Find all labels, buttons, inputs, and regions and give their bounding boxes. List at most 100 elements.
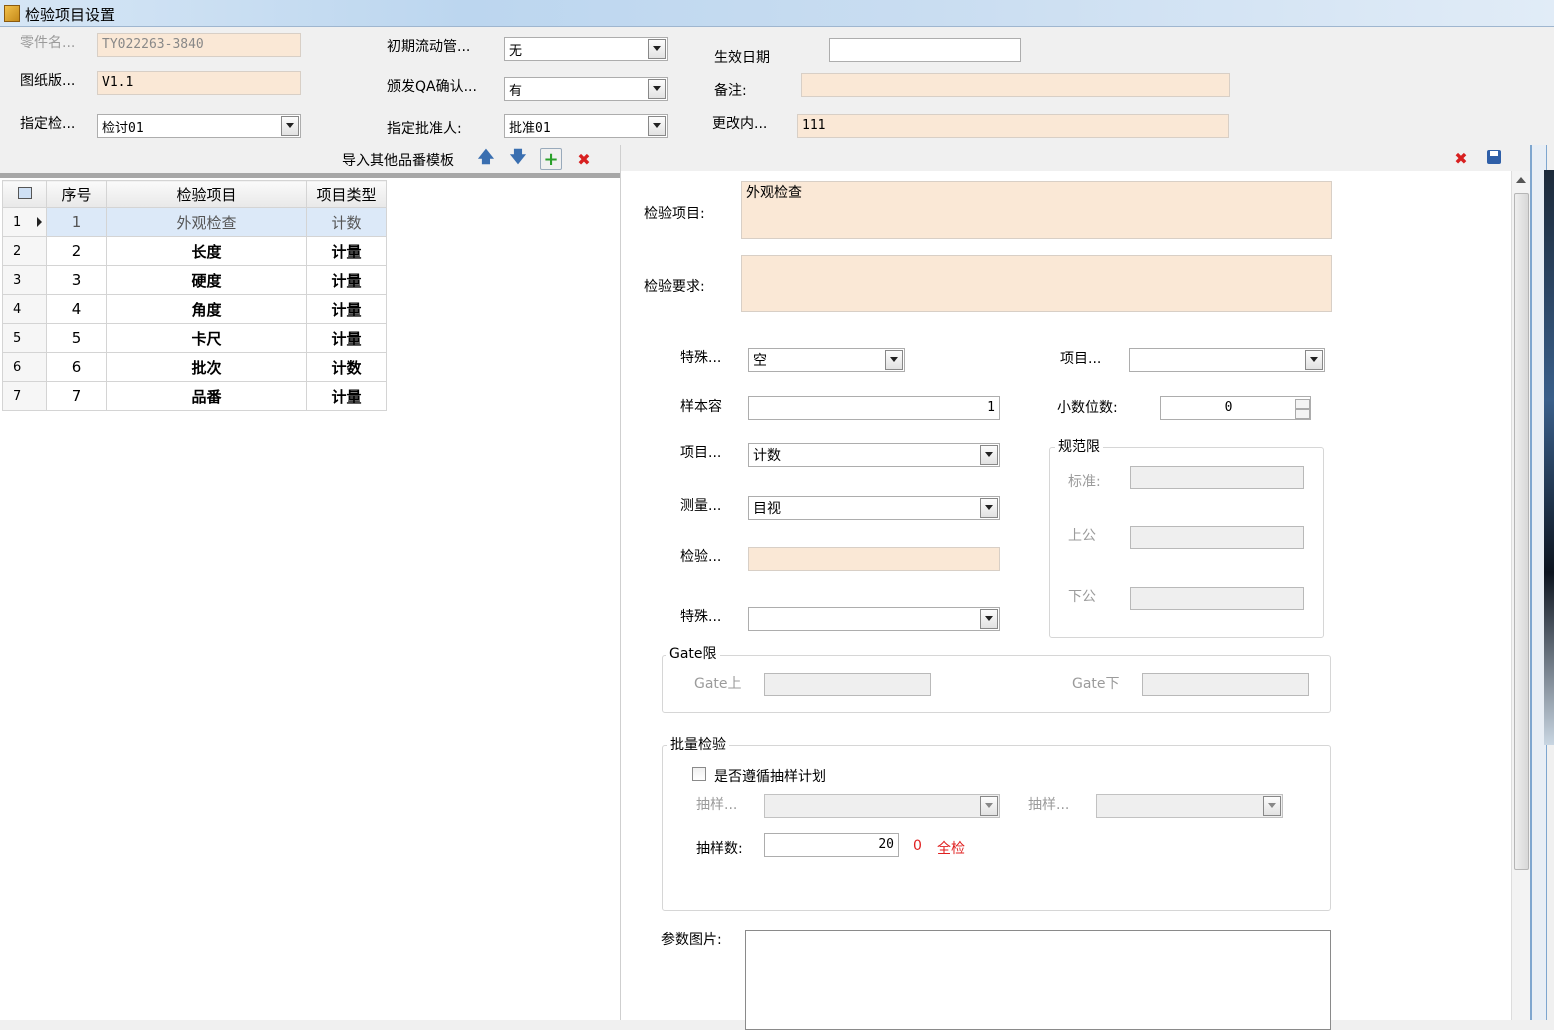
cell-type[interactable]: 计量 [306,265,387,295]
sample-count-label: 抽样数: [696,841,743,857]
inspect-field[interactable] [748,547,1000,571]
cell-seq[interactable]: 7 [46,381,107,411]
column-header-item[interactable]: 检验项目 [106,180,307,208]
part-name-field[interactable]: TY022263-3840 [97,33,301,57]
cell-type[interactable]: 计量 [306,323,387,353]
sample-size-field[interactable]: 1 [748,396,1000,420]
save-icon[interactable] [1487,150,1501,164]
column-header-seq[interactable]: 序号 [46,180,107,208]
remark-field[interactable] [801,73,1230,97]
column-header-type[interactable]: 项目类型 [306,180,387,208]
table-row[interactable]: 5 5 卡尺 计量 [2,323,387,353]
cell-item[interactable]: 品番 [106,381,307,411]
initial-flow-select[interactable]: 无 [504,37,668,61]
app-icon [4,5,20,22]
decimal-places-value: 0 [1224,400,1233,415]
cell-seq[interactable]: 3 [46,265,107,295]
chevron-down-icon[interactable] [980,609,998,629]
table-row[interactable]: 1 1 外观检查 计数 [2,207,387,237]
cell-type[interactable]: 计量 [306,381,387,411]
follow-plan-label: 是否遵循抽样计划 [714,769,826,785]
table-row[interactable]: 4 4 角度 计量 [2,294,387,324]
special2-select[interactable] [748,607,1000,631]
decimal-places-stepper[interactable]: 0 [1160,396,1311,420]
measure-select[interactable]: 目视 [748,496,1000,520]
chevron-down-icon[interactable] [980,498,998,518]
add-icon[interactable]: + [540,148,562,170]
cell-type[interactable]: 计数 [306,207,387,237]
row-header[interactable]: 1 [2,207,47,237]
cell-item[interactable]: 硬度 [106,265,307,295]
param-image-label: 参数图片: [661,932,722,948]
grid-corner[interactable] [2,180,47,208]
gate-upper-field[interactable] [764,673,931,696]
row-header[interactable]: 2 [2,236,47,266]
upper-tol-field[interactable] [1130,526,1304,549]
cell-seq[interactable]: 1 [46,207,107,237]
param-image-box[interactable] [745,930,1331,1030]
row-header[interactable]: 7 [2,381,47,411]
inspection-item-field[interactable]: 外观检查 [741,181,1332,239]
close-icon[interactable]: ✖ [1450,147,1472,169]
cell-item[interactable]: 外观检查 [106,207,307,237]
change-content-field[interactable]: 111 [797,114,1229,138]
scroll-thumb[interactable] [1514,193,1529,870]
sampling1-select[interactable] [764,794,1000,818]
chevron-down-icon[interactable] [980,796,998,816]
sample-count-field[interactable]: 20 [764,833,899,857]
inspection-req-field[interactable] [741,255,1332,312]
column-chooser-icon[interactable] [17,187,32,199]
chevron-down-icon[interactable] [885,350,903,370]
gate-lower-field[interactable] [1142,673,1309,696]
chevron-down-icon[interactable] [1305,350,1323,370]
sampling2-select[interactable] [1096,794,1283,818]
move-down-icon[interactable]: 🡇 [507,147,529,170]
chevron-down-icon[interactable] [281,116,299,136]
table-row[interactable]: 7 7 品番 计量 [2,381,387,411]
cell-item[interactable]: 批次 [106,352,307,382]
approver-select[interactable]: 批准01 [504,114,668,138]
cell-type[interactable]: 计量 [306,294,387,324]
detail-scrollbar[interactable] [1511,171,1530,1020]
special-label: 特殊... [680,350,722,366]
cell-seq[interactable]: 2 [46,236,107,266]
move-up-icon[interactable]: 🡅 [475,147,497,170]
effective-date-field[interactable] [829,38,1021,62]
stepper-up-icon[interactable] [1295,399,1310,409]
item-type-select[interactable]: 计数 [748,443,1000,467]
row-header[interactable]: 5 [2,323,47,353]
cell-seq[interactable]: 5 [46,323,107,353]
cell-item[interactable]: 长度 [106,236,307,266]
cell-item[interactable]: 卡尺 [106,323,307,353]
special-select[interactable]: 空 [748,348,905,372]
table-row[interactable]: 6 6 批次 计数 [2,352,387,382]
delete-icon[interactable]: ✖ [573,148,595,170]
table-row[interactable]: 3 3 硬度 计量 [2,265,387,295]
cell-item[interactable]: 角度 [106,294,307,324]
cell-seq[interactable]: 6 [46,352,107,382]
lower-tol-field[interactable] [1130,587,1304,610]
stepper-down-icon[interactable] [1295,409,1310,419]
row-header[interactable]: 6 [2,352,47,382]
qa-confirm-label: 颁发QA确认... [387,79,477,95]
cell-type[interactable]: 计量 [306,236,387,266]
cell-type[interactable]: 计数 [306,352,387,382]
follow-plan-checkbox[interactable] [692,767,706,781]
chevron-down-icon[interactable] [980,445,998,465]
table-row[interactable]: 2 2 长度 计量 [2,236,387,266]
assign-check-select[interactable]: 检讨01 [97,114,301,138]
row-header[interactable]: 3 [2,265,47,295]
qa-confirm-select[interactable]: 有 [504,77,668,101]
chevron-down-icon[interactable] [1263,796,1281,816]
chevron-down-icon[interactable] [648,116,666,136]
row-header[interactable]: 4 [2,294,47,324]
chevron-down-icon[interactable] [648,79,666,99]
cell-seq[interactable]: 4 [46,294,107,324]
item-type-label: 项目... [680,445,722,461]
drawing-version-field[interactable]: V1.1 [97,71,301,95]
import-template-button[interactable]: 导入其他品番模板 [342,150,454,170]
scroll-up-icon[interactable] [1516,177,1526,183]
item-category-select[interactable] [1129,348,1325,372]
standard-field[interactable] [1130,466,1304,489]
chevron-down-icon[interactable] [648,39,666,59]
